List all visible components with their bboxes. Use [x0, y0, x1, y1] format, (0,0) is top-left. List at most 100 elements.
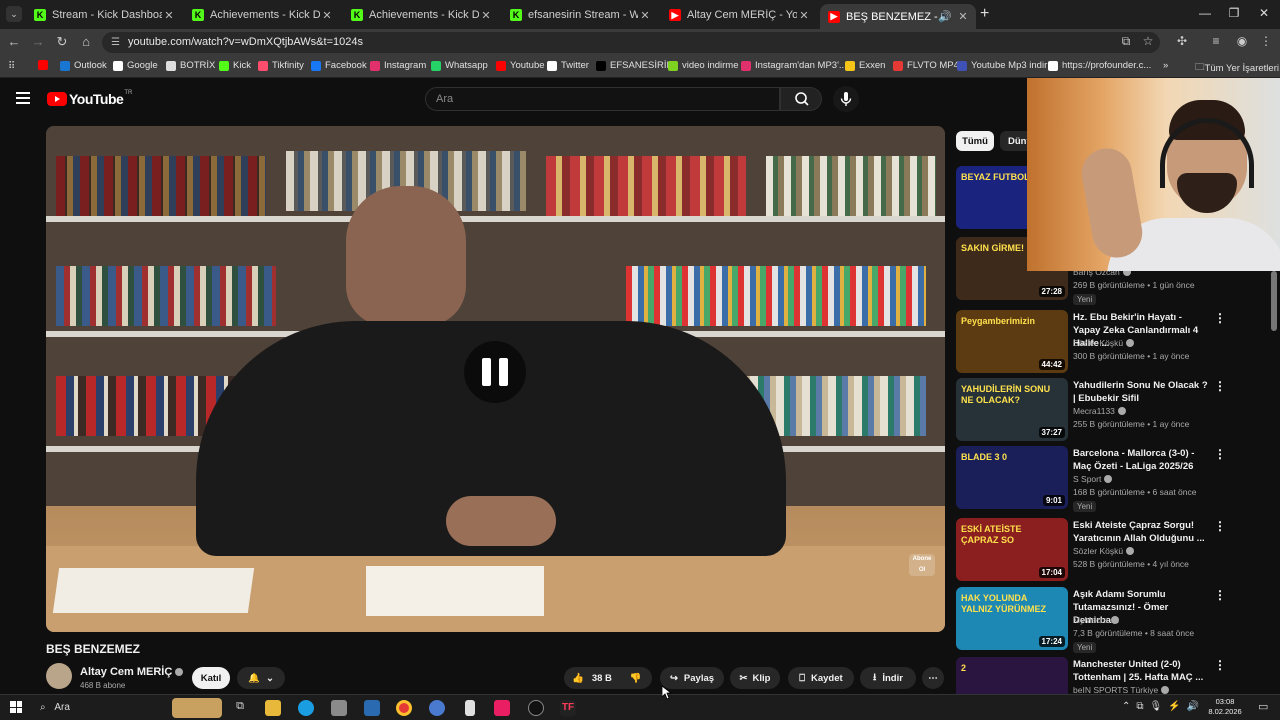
- minimize-icon[interactable]: —: [1195, 6, 1215, 20]
- menu-icon[interactable]: [16, 92, 30, 104]
- weather-widget[interactable]: [172, 698, 222, 718]
- recommendation-thumbnail[interactable]: ESKİ ATEİSTE ÇAPRAZ SO 17:04: [956, 518, 1068, 581]
- notifications-button[interactable]: 🔔 ⌄: [237, 667, 285, 689]
- close-icon[interactable]: ✕: [638, 9, 652, 22]
- tab-search-button[interactable]: ⌄: [6, 6, 22, 22]
- close-icon[interactable]: ✕: [956, 10, 970, 23]
- profile-icon[interactable]: ◉: [1234, 34, 1250, 48]
- bookmark-item[interactable]: [38, 60, 52, 70]
- browser-tab-active[interactable]: ▶ BEŞ BENZEMEZ - YouTube 🔊 ✕: [820, 4, 976, 29]
- youtube-logo[interactable]: YouTube TR: [47, 90, 132, 107]
- home-icon[interactable]: ⌂: [78, 34, 94, 49]
- recommendation-thumbnail[interactable]: YAHUDİLERİN SONU NE OLACAK? 37:27: [956, 378, 1068, 441]
- more-options-icon[interactable]: ⋮: [1214, 311, 1226, 325]
- reload-icon[interactable]: ↻: [54, 34, 70, 50]
- taskbar-search[interactable]: ⌕ Ara: [34, 699, 168, 717]
- forward-icon[interactable]: →: [30, 34, 46, 49]
- chip-all[interactable]: Tümü: [956, 131, 994, 151]
- bookmark-item[interactable]: https://profounder.c...: [1048, 60, 1151, 71]
- recommendation-channel[interactable]: Mecra1133: [1073, 406, 1126, 416]
- more-actions-button[interactable]: ⋯: [922, 667, 944, 689]
- recommendation-channel[interactable]: MyMecra: [1073, 615, 1119, 625]
- menu-dots-icon[interactable]: ⋮: [1258, 34, 1274, 48]
- recommendation-channel[interactable]: Sözler Köşkü: [1073, 338, 1135, 348]
- all-bookmarks-button[interactable]: 🗀 Tüm Yer İşaretleri: [1195, 60, 1279, 76]
- app-icon[interactable]: [429, 700, 445, 716]
- recommendation-title[interactable]: Eski Ateiste Çapraz Sorgu! Yaratıcının A…: [1073, 519, 1208, 545]
- bookmark-item[interactable]: Tikfinity: [258, 60, 304, 71]
- close-icon[interactable]: ✕: [797, 9, 811, 22]
- chrome-icon[interactable]: [396, 700, 412, 716]
- recommendation-channel[interactable]: Sözler Köşkü: [1073, 546, 1135, 556]
- install-icon[interactable]: ⧉: [1118, 34, 1134, 49]
- more-options-icon[interactable]: ⋮: [1214, 588, 1226, 602]
- browser-tab[interactable]: K efsanesirin Stream - Watch Live ✕: [502, 4, 658, 26]
- tray-icons[interactable]: ⌃⧉🎙⚡🔊: [1122, 701, 1205, 712]
- recommendation-thumbnail[interactable]: HAK YOLUNDA YALNIZ YÜRÜNMEZ 17:24: [956, 587, 1068, 650]
- video-player[interactable]: Abone Ol: [46, 126, 945, 632]
- new-tab-button[interactable]: +: [980, 5, 989, 23]
- apps-icon[interactable]: ⠿: [8, 61, 15, 72]
- file-explorer-icon[interactable]: [265, 700, 281, 716]
- site-info-icon[interactable]: ☰: [111, 32, 120, 53]
- bookmark-item[interactable]: Outlook: [60, 60, 107, 71]
- windows-start-icon[interactable]: [10, 701, 22, 713]
- tikfinity-icon[interactable]: TF: [560, 700, 576, 716]
- speaker-icon[interactable]: 🔊: [938, 10, 952, 23]
- bookmark-item[interactable]: Exxen: [845, 60, 885, 71]
- channel-name[interactable]: Altay Cem MERİÇ: [80, 666, 184, 678]
- close-icon[interactable]: ✕: [320, 9, 334, 22]
- bookmark-item[interactable]: BOTRİX: [166, 60, 215, 71]
- close-icon[interactable]: ✕: [479, 9, 493, 22]
- bookmark-star-icon[interactable]: ☆: [1140, 34, 1156, 48]
- bookmarks-overflow-icon[interactable]: »: [1163, 60, 1168, 71]
- task-view-icon[interactable]: ⧉: [232, 700, 248, 716]
- more-options-icon[interactable]: ⋮: [1214, 519, 1226, 533]
- browser-tab[interactable]: ▶ Altay Cem MERİÇ - YouTube ✕: [661, 4, 817, 26]
- bookmark-item[interactable]: Whatsapp: [431, 60, 488, 71]
- voice-search-button[interactable]: [833, 86, 859, 112]
- restore-icon[interactable]: ❐: [1224, 6, 1244, 20]
- extensions-icon[interactable]: ✣: [1174, 34, 1190, 48]
- document-icon[interactable]: [465, 700, 475, 716]
- reading-list-icon[interactable]: ≡: [1208, 34, 1224, 48]
- bookmark-item[interactable]: EFSANESİRİN: [596, 60, 673, 71]
- recommendation-title[interactable]: Yahudilerin Sonu Ne Olacak ? | Ebubekir …: [1073, 379, 1208, 405]
- bookmark-item[interactable]: Instagram: [370, 60, 426, 71]
- bookmark-item[interactable]: Instagram'dan MP3'...: [741, 60, 847, 71]
- subscribe-watermark[interactable]: Abone Ol: [909, 554, 935, 576]
- browser-tab[interactable]: K Achievements - Kick Dashboard ✕: [184, 4, 340, 26]
- like-icon[interactable]: 👍: [572, 673, 584, 684]
- notifications-icon[interactable]: ▭: [1258, 700, 1268, 713]
- bookmark-item[interactable]: FLVTO MP4: [893, 60, 959, 71]
- search-button[interactable]: [780, 87, 822, 111]
- more-options-icon[interactable]: ⋮: [1214, 447, 1226, 461]
- bookmark-item[interactable]: Twitter: [547, 60, 589, 71]
- bookmark-item[interactable]: Youtube Mp3 indir: [957, 60, 1047, 71]
- app-icon[interactable]: [528, 700, 544, 716]
- close-window-icon[interactable]: ✕: [1254, 6, 1274, 20]
- recommendation-thumbnail[interactable]: BLADE 3 0 9:01: [956, 446, 1068, 509]
- app-icon[interactable]: [364, 700, 380, 716]
- like-count[interactable]: 38 B: [592, 673, 612, 684]
- edge-icon[interactable]: [298, 700, 314, 716]
- search-input[interactable]: Ara: [425, 87, 780, 111]
- bookmark-item[interactable]: Youtube: [496, 60, 545, 71]
- scrollbar[interactable]: [1271, 271, 1277, 331]
- clip-button[interactable]: ✂ Klip: [730, 667, 780, 689]
- close-icon[interactable]: ✕: [162, 9, 176, 22]
- recommendation-channel[interactable]: S Sport: [1073, 474, 1113, 484]
- channel-avatar[interactable]: [46, 663, 72, 689]
- tiktok-icon[interactable]: [494, 700, 510, 716]
- bookmark-item[interactable]: video indirme: [668, 60, 739, 71]
- bookmark-item[interactable]: Facebook: [311, 60, 367, 71]
- app-icon[interactable]: [331, 700, 347, 716]
- recommendation-thumbnail[interactable]: Peygamberimizin 44:42: [956, 310, 1068, 373]
- bookmark-item[interactable]: Google: [113, 60, 158, 71]
- save-button[interactable]: ⎕ Kaydet: [788, 667, 854, 689]
- browser-tab[interactable]: K Stream - Kick Dashboard ✕: [26, 4, 182, 26]
- recommendation-title[interactable]: Manchester United (2-0) Tottenham | 25. …: [1073, 658, 1208, 684]
- back-icon[interactable]: ←: [6, 34, 22, 49]
- bookmark-item[interactable]: Kick: [219, 60, 251, 71]
- address-bar[interactable]: ☰ youtube.com/watch?v=wDmXQtjbAWs&t=1024…: [102, 32, 1160, 53]
